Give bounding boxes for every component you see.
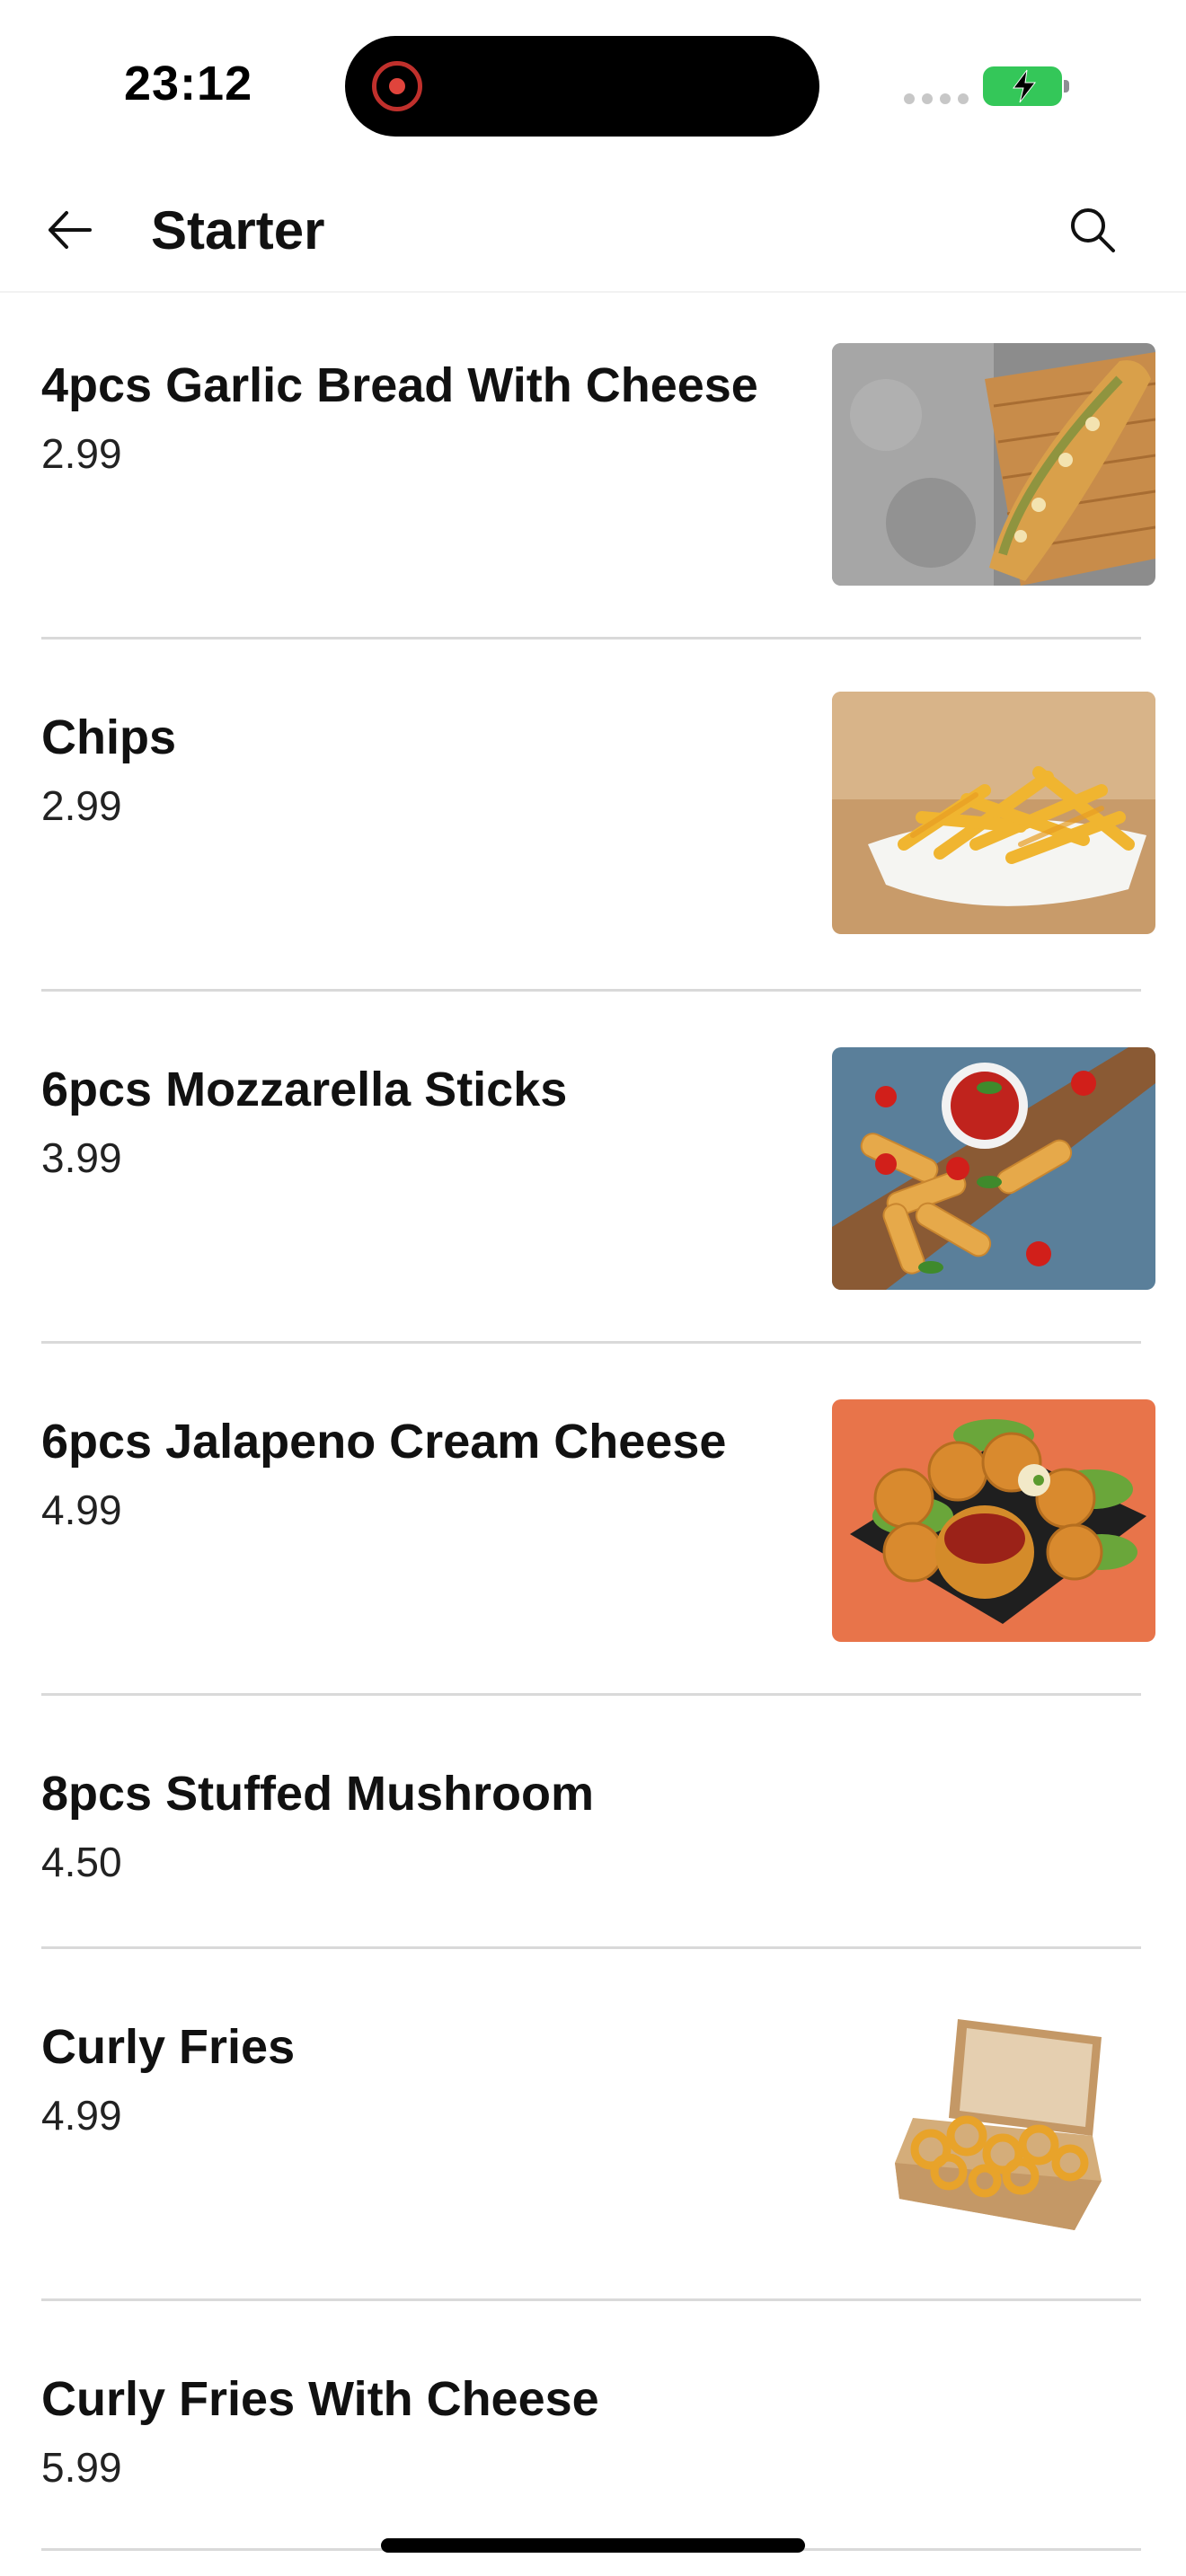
arrow-left-icon [49,211,92,249]
menu-item[interactable]: Curly Fries With Cheese 5.99 [41,2301,1141,2551]
item-price: 3.99 [41,1134,122,1181]
item-price: 5.99 [41,2444,122,2491]
home-indicator[interactable] [381,2538,805,2553]
menu-item[interactable]: 6pcs Mozzarella Sticks 3.99 [41,992,1155,1344]
menu-item[interactable]: Chips 2.99 [41,640,1155,992]
menu-item[interactable]: Curly Fries 4.99 [41,1949,1155,2301]
header: Starter [0,171,1186,293]
item-name: 8pcs Stuffed Mushroom [41,1767,595,1821]
search-icon [1071,208,1115,252]
item-price: 4.99 [41,2092,122,2139]
menu-item[interactable]: 4pcs Garlic Bread With Cheese 2.99 [41,293,1155,640]
menu-item[interactable]: 8pcs Stuffed Mushroom 4.50 [41,1696,1141,1949]
curly-fries-image [832,2001,1155,2244]
item-price: 2.99 [41,430,122,477]
item-name: Chips [41,710,177,764]
screen: 23:12 Starter 4pcs Garlic Bread With Che… [0,0,1186,2576]
chips-image [832,692,1155,934]
dynamic-island [345,36,819,137]
page-title: Starter [151,200,325,260]
item-name: 6pcs Jalapeno Cream Cheese [41,1415,727,1469]
signal-icon [904,93,969,104]
item-price: 4.50 [41,1839,122,1885]
garlic-bread-image [832,343,1155,586]
mozzarella-sticks-image [832,1047,1155,1290]
item-name: Curly Fries [41,2020,296,2074]
status-time: 23:12 [124,57,253,110]
menu-list: 4pcs Garlic Bread With Cheese 2.99 Chips… [0,293,1186,2551]
screen-recording-icon [372,61,422,111]
back-button[interactable] [38,198,102,262]
item-price: 4.99 [41,1486,122,1533]
item-name: 4pcs Garlic Bread With Cheese [41,358,758,412]
item-name: 6pcs Mozzarella Sticks [41,1063,568,1116]
battery-charging-icon [983,66,1069,106]
item-price: 2.99 [41,782,122,829]
menu-item[interactable]: 6pcs Jalapeno Cream Cheese 4.99 [41,1344,1155,1696]
jalapeno-poppers-image [832,1399,1155,1642]
search-button[interactable] [1060,198,1125,262]
item-name: Curly Fries With Cheese [41,2372,599,2426]
